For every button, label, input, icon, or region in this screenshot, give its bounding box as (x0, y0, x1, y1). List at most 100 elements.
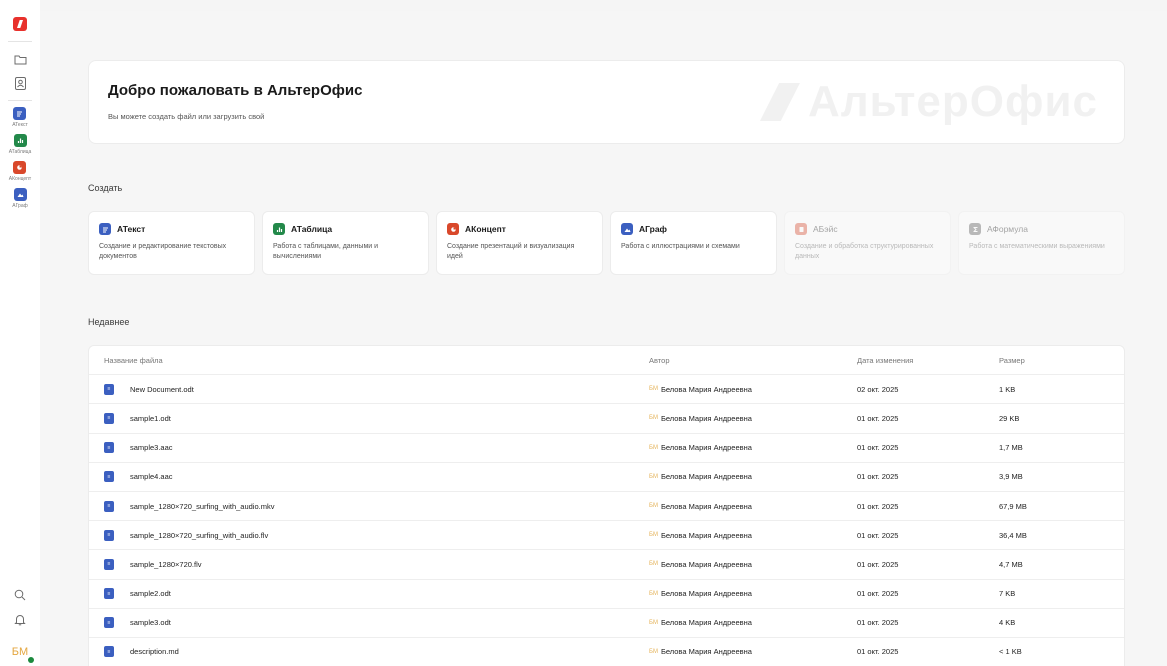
table-row[interactable]: ≡ sample4.aac БМ Белова Мария Андреевна 01… (89, 463, 1124, 492)
welcome-title: Добро пожаловать в АльтерОфис (108, 82, 363, 99)
database-icon (795, 223, 807, 235)
create-card-aconcept[interactable]: АКонцепт Создание презентаций и визуализ… (436, 211, 603, 275)
file-size: 67,9 MB (999, 501, 1027, 511)
text-doc-icon: ≡ (104, 558, 114, 570)
text-doc-icon (13, 107, 27, 120)
modified-date: 02 окт. 2025 (857, 384, 899, 394)
card-title: АФормула (987, 224, 1028, 234)
create-card-atable[interactable]: АТаблица Работа с таблицами, данными и в… (262, 211, 429, 275)
table-row[interactable]: ≡ sample3.odt БМ Белова Мария Андреевна 01… (89, 609, 1124, 638)
table-row[interactable]: ≡ sample_1280×720_surfing_with_audio.mkv … (89, 492, 1124, 522)
file-name: sample2.odt (130, 589, 171, 599)
card-description: Создание и редактирование текстовых доку… (99, 243, 227, 260)
sidebar-app-label: АКонцепт (8, 176, 32, 182)
table-row[interactable]: ≡ sample1.odt БМ Белова Мария Андреевна 01… (89, 404, 1124, 434)
text-doc-icon: ≡ (104, 412, 114, 424)
table-row[interactable]: ≡ sample2.odt БМ Белова Мария Андреевна 01… (89, 580, 1124, 609)
file-name: sample1.odt (130, 413, 171, 423)
modified-date: 01 окт. 2025 (857, 472, 899, 482)
table-row[interactable]: ≡ sample_1280×720_surfing_with_audio.flv … (89, 521, 1124, 551)
text-doc-icon: ≡ (104, 646, 114, 658)
sidebar-divider (8, 100, 32, 101)
author-name: Белова Мария Андреевна (660, 472, 752, 482)
text-doc-icon: ≡ (104, 442, 114, 454)
modified-date: 01 окт. 2025 (857, 501, 899, 511)
file-name: sample3.aac (130, 443, 173, 453)
card-description: Работа с таблицами, данными и вычисления… (273, 243, 379, 260)
author-name: Белова Мария Андреевна (660, 501, 752, 511)
create-card-agraph[interactable]: АГраф Работа с иллюстрациями и схемами (610, 211, 777, 275)
sidebar-app-label: АТаблица (8, 149, 32, 155)
modified-date: 01 окт. 2025 (857, 618, 899, 628)
folder-icon[interactable] (9, 49, 31, 69)
search-icon[interactable] (9, 585, 31, 605)
watermark-text: АльтерОфис (807, 77, 1098, 126)
file-size: 4,7 MB (999, 559, 1023, 569)
sidebar-app-label: АТекст (12, 122, 28, 128)
main-content: Добро пожаловать в АльтерОфис Вы можете … (40, 11, 1167, 666)
author-initials: БМ (649, 444, 658, 451)
table-header: Название файла Автор Дата изменения Разм… (89, 346, 1124, 376)
card-description: Работа с математическими выражениями (969, 243, 1105, 250)
column-header-size[interactable]: Размер (999, 356, 1119, 365)
file-name: sample3.odt (130, 618, 171, 628)
card-title: АТаблица (291, 224, 333, 234)
modified-date: 01 окт. 2025 (857, 647, 899, 657)
create-card-aformula: АФормула Работа с математическими выраже… (958, 211, 1125, 275)
file-size: 36,4 MB (999, 530, 1027, 540)
table-row[interactable]: ≡ description.md БМ Белова Мария Андреевна… (89, 638, 1124, 666)
column-header-name[interactable]: Название файла (89, 356, 649, 365)
sidebar-app-label: АГраф (12, 203, 28, 209)
file-name: description.md (130, 647, 179, 657)
author-initials: БМ (649, 561, 658, 568)
spreadsheet-icon (273, 223, 285, 235)
author-name: Белова Мария Андреевна (660, 589, 752, 599)
author-initials: БМ (649, 386, 658, 393)
recent-files-table: Название файла Автор Дата изменения Разм… (88, 345, 1125, 666)
table-row[interactable]: ≡ sample_1280×720.flv БМ Белова Мария Андр… (89, 550, 1124, 580)
file-name: sample_1280×720_surfing_with_audio.mkv (130, 501, 275, 511)
sidebar-bottom: БМ (0, 585, 40, 666)
card-title: АКонцепт (465, 224, 506, 234)
contacts-icon[interactable] (9, 73, 31, 93)
file-name: sample_1280×720.flv (130, 559, 202, 569)
sidebar-app-atable[interactable]: АТаблица (8, 134, 32, 155)
column-header-date[interactable]: Дата изменения (857, 356, 999, 365)
column-header-author[interactable]: Автор (649, 356, 857, 365)
card-description: Создание и обработка структурированных д… (795, 243, 934, 260)
create-section-title: Создать (88, 183, 123, 193)
author-initials: БМ (649, 503, 658, 510)
table-row[interactable]: ≡ New Document.odt БМ Белова Мария Андреев… (89, 375, 1124, 405)
user-avatar[interactable]: БМ (9, 641, 34, 663)
author-initials: БМ (649, 532, 658, 539)
card-description: Создание презентаций и визуализация идей (447, 243, 575, 260)
author-name: Белова Мария Андреевна (660, 647, 752, 657)
author-initials: БМ (649, 415, 658, 422)
sidebar-app-atext[interactable]: АТекст (12, 107, 28, 128)
sidebar: АТекст АТаблица АКонцепт АГраф БМ (0, 0, 40, 666)
modified-date: 01 окт. 2025 (857, 413, 899, 423)
sidebar-app-agraph[interactable]: АГраф (12, 188, 28, 209)
text-doc-icon: ≡ (104, 617, 114, 629)
file-size: < 1 KB (999, 647, 1022, 657)
file-size: 7 KB (999, 589, 1016, 599)
modified-date: 01 окт. 2025 (857, 589, 899, 599)
text-doc-icon: ≡ (104, 500, 114, 512)
presentation-icon (447, 223, 459, 235)
file-name: New Document.odt (130, 384, 194, 394)
sidebar-app-aconcept[interactable]: АКонцепт (9, 161, 31, 182)
brand-watermark: АльтерОфис (759, 77, 1098, 127)
text-doc-icon: ≡ (104, 588, 114, 600)
graph-icon (13, 188, 27, 201)
file-name: sample_1280×720_surfing_with_audio.flv (130, 530, 269, 540)
create-cards: АТекст Создание и редактирование текстов… (88, 211, 1125, 275)
table-row[interactable]: ≡ sample3.aac БМ Белова Мария Андреевна 01… (89, 434, 1124, 463)
create-card-atext[interactable]: АТекст Создание и редактирование текстов… (88, 211, 255, 275)
welcome-banner: Добро пожаловать в АльтерОфис Вы можете … (88, 60, 1125, 144)
file-size: 1,7 MB (999, 443, 1023, 453)
alteroffice-logo-icon[interactable] (13, 17, 27, 31)
welcome-subtitle: Вы можете создать файл или загрузить сво… (108, 112, 265, 121)
file-name: sample4.aac (130, 472, 173, 482)
modified-date: 01 окт. 2025 (857, 559, 899, 569)
bell-icon[interactable] (9, 609, 31, 629)
